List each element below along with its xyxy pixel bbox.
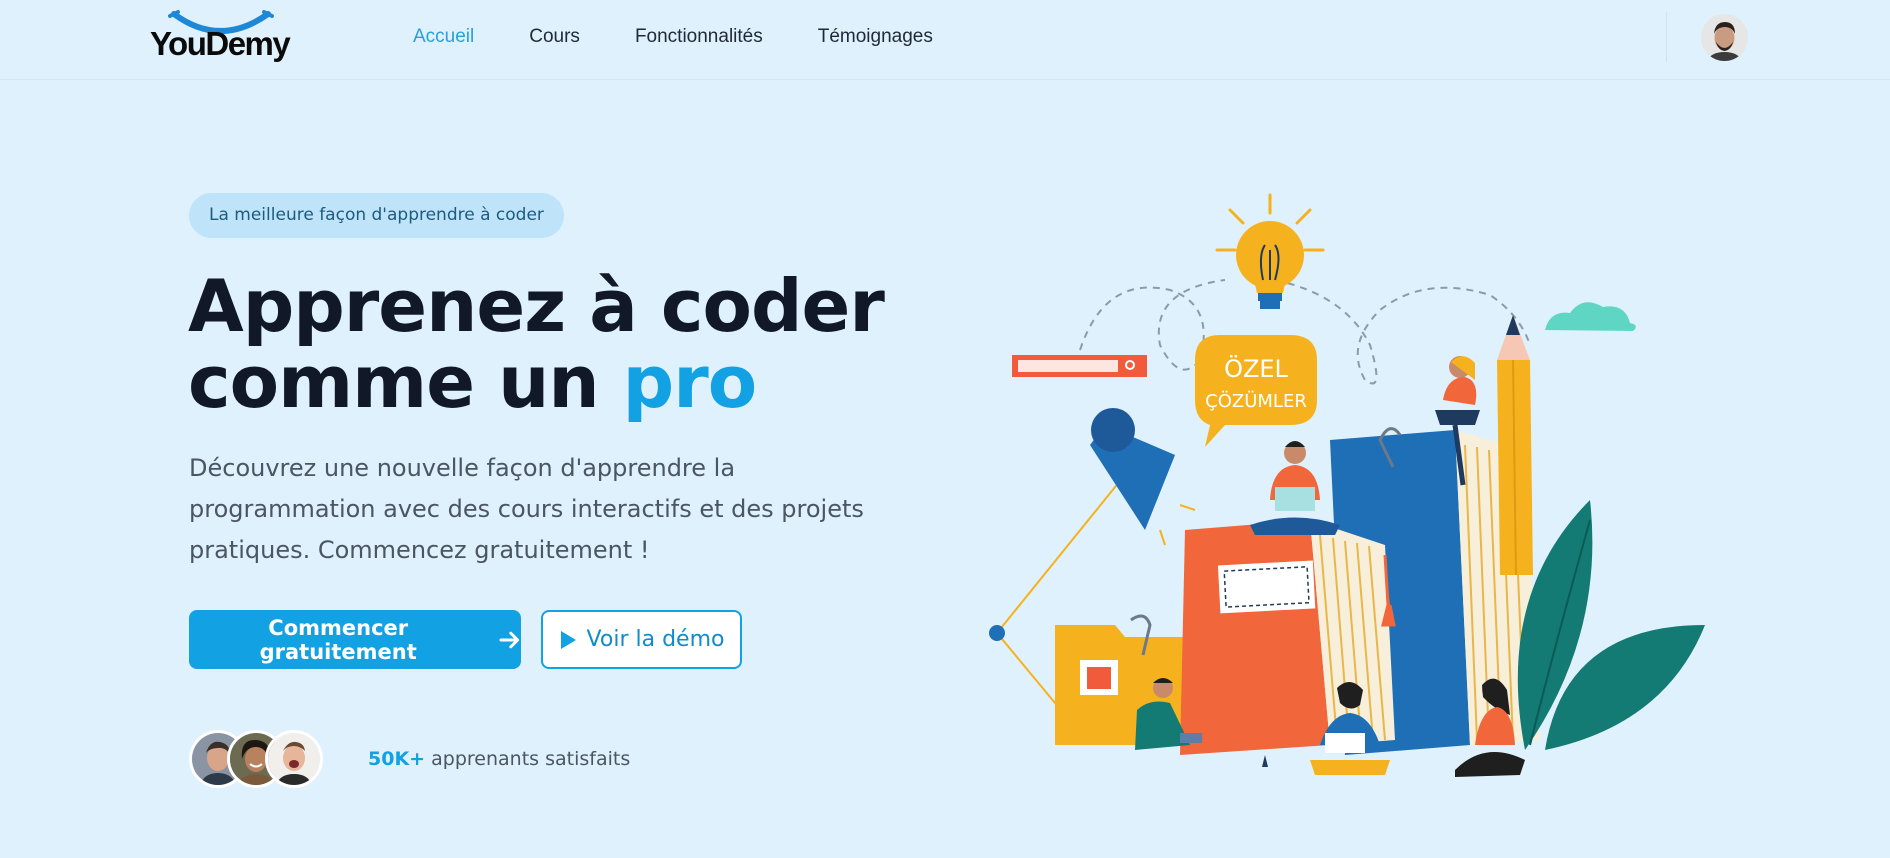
speech-bubble-illustration: ÖZEL ÇÖZÜMLER <box>1195 335 1317 447</box>
nav-item-cours[interactable]: Cours <box>529 26 580 48</box>
start-free-button[interactable]: Commencer gratuitement <box>189 610 521 669</box>
watch-demo-label: Voir la démo <box>586 627 725 652</box>
ground-decoration <box>1262 755 1268 767</box>
brand-logo[interactable]: YouDemy <box>150 10 310 66</box>
hero-title: Apprenez à coder comme un pro <box>188 268 948 420</box>
person-laptop-illustration <box>1250 441 1340 535</box>
social-proof-label: apprenants satisfaits <box>431 748 631 770</box>
lightbulb-icon <box>1215 193 1325 309</box>
user-avatar[interactable] <box>1701 14 1748 61</box>
learner-avatars <box>189 730 329 788</box>
start-free-label: Commencer gratuitement <box>259 615 417 664</box>
main-nav: Accueil Cours Fonctionnalités Témoignage… <box>413 26 988 48</box>
search-bar-illustration <box>1012 355 1147 377</box>
user-photo-icon <box>1701 14 1748 61</box>
social-proof-count: 50K+ <box>368 748 426 770</box>
hero-title-line1: Apprenez à coder <box>188 264 885 348</box>
nav-item-fonctionnalites[interactable]: Fonctionnalités <box>635 26 763 48</box>
hero-title-accent: pro <box>622 340 758 424</box>
brand-name: YouDemy <box>150 25 291 62</box>
nav-divider <box>1666 12 1667 62</box>
hero-badge: La meilleure façon d'apprendre à coder <box>189 193 564 238</box>
hero-illustration: ÖZEL ÇÖZÜMLER <box>989 193 1705 777</box>
social-proof: 50K+ apprenants satisfaits <box>368 748 630 770</box>
play-icon <box>560 630 576 649</box>
bubble-text-line1: ÖZEL <box>1224 354 1288 383</box>
arrow-right-icon <box>499 631 520 648</box>
bubble-text-line2: ÇÖZÜMLER <box>1205 390 1307 412</box>
plant-leaves-illustration <box>1517 500 1705 750</box>
cloud-icon <box>1545 302 1636 331</box>
hero-title-line2: comme un <box>188 340 623 424</box>
navbar: YouDemy Accueil Cours Fonctionnalités Té… <box>0 0 1890 80</box>
learner-avatar <box>265 730 323 788</box>
watch-demo-button[interactable]: Voir la démo <box>541 610 742 669</box>
hero-description: Découvrez une nouvelle façon d'apprendre… <box>189 454 864 564</box>
nav-item-accueil[interactable]: Accueil <box>413 26 474 48</box>
nav-item-temoignages[interactable]: Témoignages <box>818 26 933 48</box>
pencil-illustration <box>1497 315 1533 576</box>
